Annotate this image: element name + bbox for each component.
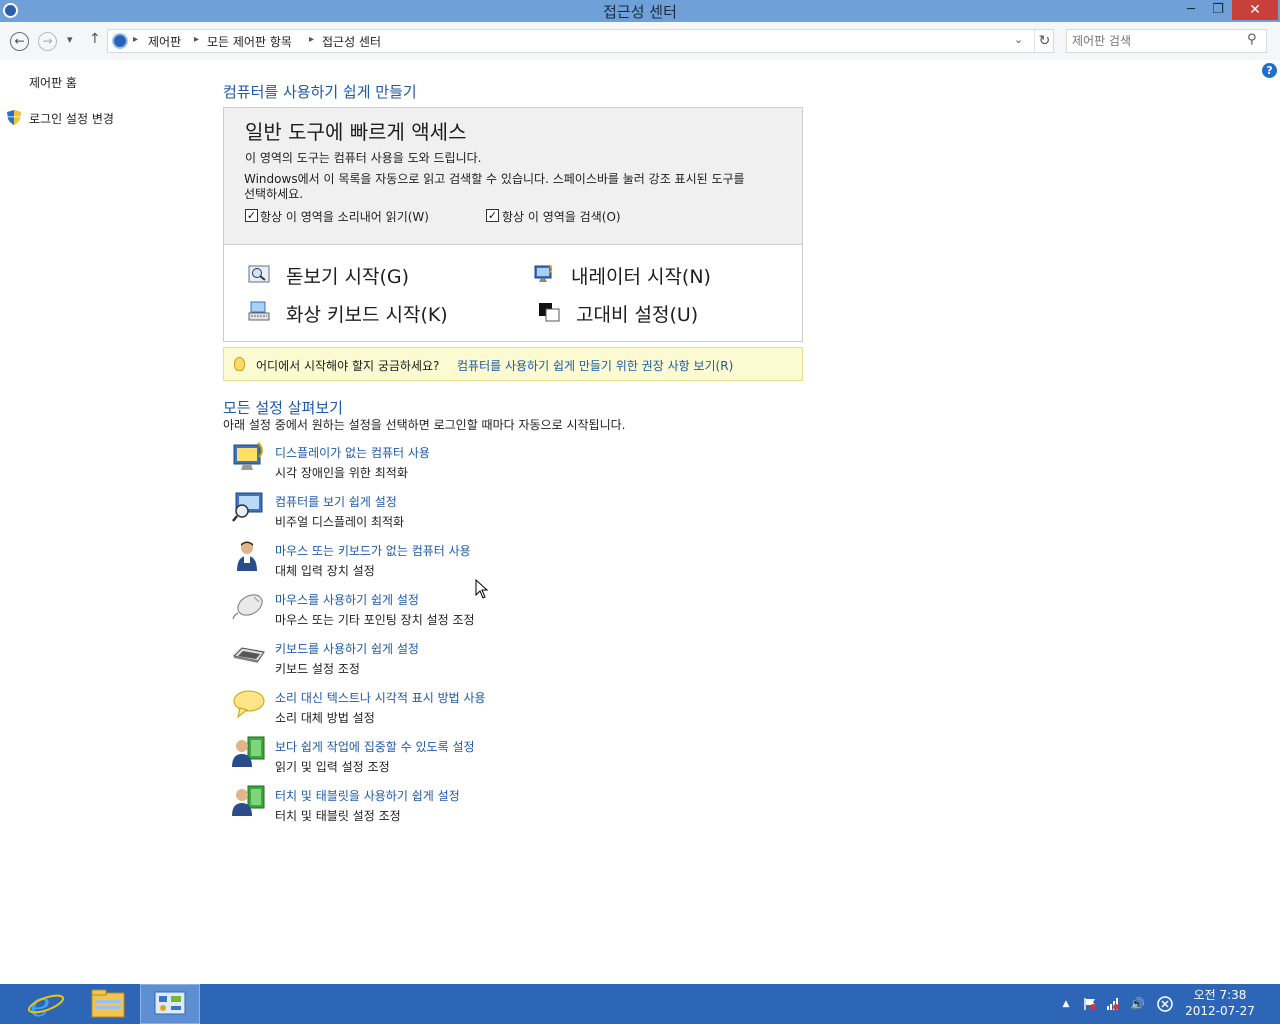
internet-explorer-icon[interactable]: e [16, 984, 76, 1024]
forward-button[interactable]: → [38, 32, 57, 51]
magnifier-link[interactable]: 돋보기 시작(G) [286, 262, 409, 289]
setting-desc-focus: 읽기 및 입력 설정 조정 [275, 760, 390, 774]
sidebar-login-settings[interactable]: 로그인 설정 변경 [29, 110, 114, 127]
speech-bubble-icon [233, 690, 265, 719]
refresh-icon[interactable]: ↻ [1034, 30, 1054, 52]
page-title: 컴퓨터를 사용하기 쉽게 만들기 [223, 83, 417, 101]
setting-link-no-mouse-keyboard[interactable]: 마우스 또는 키보드가 없는 컴퓨터 사용 [275, 542, 471, 559]
window-title: 접근성 센터 [603, 3, 677, 21]
touch-tablet-icon [232, 785, 265, 816]
setting-link-visual-alternatives[interactable]: 소리 대신 텍스트나 시각적 표시 방법 사용 [275, 689, 486, 706]
search-box[interactable]: ⚲ [1066, 29, 1267, 53]
network-icon[interactable] [1106, 997, 1120, 1011]
minimize-button[interactable]: ─ [1180, 0, 1202, 20]
clock-date: 2012-07-27 [1185, 1004, 1255, 1018]
quick-access-title: 일반 도구에 빠르게 액세스 [245, 120, 467, 144]
setting-link-easier-to-see[interactable]: 컴퓨터를 보기 쉽게 설정 [275, 493, 397, 510]
breadcrumb-separator[interactable]: ▸ [194, 34, 199, 45]
clock-time: 오전 7:38 [1193, 988, 1247, 1002]
recent-locations-icon[interactable]: ▾ [67, 33, 73, 46]
mouse-icon [232, 594, 263, 620]
address-bar[interactable]: ▸ 제어판 ▸ 모든 제어판 항목 ▸ 접근성 센터 ⌄ ↻ [107, 29, 1054, 53]
taskbar: e ▲ 🔊 오전 7:38 2012-07-27 [0, 984, 1280, 1024]
action-center-flag-icon[interactable] [1083, 997, 1097, 1011]
setting-link-no-display[interactable]: 디스플레이가 없는 컴퓨터 사용 [275, 444, 430, 461]
setting-desc-keyboard: 키보드 설정 조정 [275, 662, 360, 676]
setting-desc-no-display: 시각 장애인을 위한 최적화 [275, 466, 408, 480]
breadcrumb-all-items[interactable]: 모든 제어판 항목 [207, 33, 292, 50]
mouse-cursor-icon [475, 579, 489, 599]
high-contrast-icon [539, 303, 560, 322]
tip-question: 어디에서 시작해야 할지 궁금하세요? [256, 359, 440, 373]
setting-link-mouse[interactable]: 마우스를 사용하기 쉽게 설정 [275, 591, 419, 608]
scan-label[interactable]: 항상 이 영역을 검색(O) [502, 208, 621, 225]
setting-desc-no-mouse-keyboard: 대체 입력 장치 설정 [275, 564, 375, 578]
system-clock[interactable]: 오전 7:38 2012-07-27 [1180, 987, 1260, 1019]
setting-link-touch-tablet[interactable]: 터치 및 태블릿을 사용하기 쉽게 설정 [275, 787, 460, 804]
no-mouse-keyboard-icon [237, 541, 257, 571]
navigation-bar: ← → ▾ ↑ ▸ 제어판 ▸ 모든 제어판 항목 ▸ 접근성 센터 ⌄ ↻ ⚲ [0, 22, 1280, 60]
no-display-icon [233, 442, 263, 470]
setting-link-focus[interactable]: 보다 쉽게 작업에 집중할 수 있도록 설정 [275, 738, 475, 755]
recommendations-link[interactable]: 컴퓨터를 사용하기 쉽게 만들기 위한 권장 사항 보기(R) [457, 357, 733, 374]
scan-checkbox[interactable]: ✓ [486, 209, 499, 222]
help-icon[interactable]: ? [1262, 63, 1277, 78]
on-screen-keyboard-link[interactable]: 화상 키보드 시작(K) [286, 300, 448, 327]
close-circle-icon[interactable] [1157, 996, 1173, 1012]
quick-access-header: 일반 도구에 빠르게 액세스 이 영역의 도구는 컴퓨터 사용을 도와 드립니다… [224, 108, 802, 245]
setting-desc-easier-to-see: 비주얼 디스플레이 최적화 [275, 515, 405, 529]
address-dropdown-icon[interactable]: ⌄ [1014, 33, 1023, 46]
shield-icon [7, 110, 21, 125]
control-panel-icon [112, 33, 128, 49]
setting-desc-touch-tablet: 터치 및 태블릿 설정 조정 [275, 809, 401, 823]
quick-access-instructions-cont: 선택하세요. [244, 187, 304, 201]
setting-link-keyboard[interactable]: 키보드를 사용하기 쉽게 설정 [275, 640, 419, 657]
read-aloud-checkbox[interactable]: ✓ [245, 209, 258, 222]
up-arrow-icon[interactable]: ↑ [89, 31, 101, 47]
show-hidden-icons-icon[interactable]: ▲ [1059, 997, 1073, 1011]
breadcrumb-ease-of-access[interactable]: 접근성 센터 [322, 33, 381, 50]
back-button[interactable]: ← [10, 32, 29, 51]
quick-access-description: 이 영역의 도구는 컴퓨터 사용을 도와 드립니다. [245, 151, 482, 165]
volume-icon[interactable]: 🔊 [1130, 997, 1145, 1011]
on-screen-keyboard-icon [248, 301, 270, 321]
control-panel-taskbar-button[interactable] [140, 984, 200, 1024]
search-icon[interactable]: ⚲ [1247, 32, 1257, 47]
magnifier-icon [248, 265, 270, 283]
maximize-button[interactable]: ❐ [1206, 0, 1230, 20]
easier-to-see-icon [232, 492, 263, 522]
control-panel-icon [154, 991, 186, 1015]
search-input[interactable] [1072, 32, 1242, 50]
read-aloud-label[interactable]: 항상 이 영역을 소리내어 읽기(W) [260, 208, 429, 225]
light-bulb-icon [234, 357, 245, 371]
focus-tasks-icon [232, 736, 265, 767]
title-bar: 접근성 센터 ─ ❐ ✕ [0, 0, 1280, 22]
setting-desc-mouse: 마우스 또는 기타 포인팅 장치 설정 조정 [275, 613, 475, 627]
sidebar-control-panel-home[interactable]: 제어판 홈 [29, 74, 77, 91]
narrator-link[interactable]: 내레이터 시작(N) [571, 262, 711, 289]
high-contrast-link[interactable]: 고대비 설정(U) [576, 300, 698, 327]
all-settings-heading: 모든 설정 살펴보기 [223, 399, 343, 417]
close-button[interactable]: ✕ [1232, 0, 1278, 20]
quick-access-panel: 일반 도구에 빠르게 액세스 이 영역의 도구는 컴퓨터 사용을 도와 드립니다… [223, 107, 803, 342]
breadcrumb-control-panel[interactable]: 제어판 [148, 33, 181, 50]
breadcrumb-separator[interactable]: ▸ [133, 34, 138, 45]
setting-desc-visual-alternatives: 소리 대체 방법 설정 [275, 711, 375, 725]
all-settings-description: 아래 설정 중에서 원하는 설정을 선택하면 로그인할 때마다 자동으로 시작됩… [223, 418, 626, 432]
breadcrumb-separator[interactable]: ▸ [309, 34, 314, 45]
quick-access-instructions: Windows에서 이 목록을 자동으로 읽고 검색할 수 있습니다. 스페이스… [244, 172, 745, 186]
narrator-icon [534, 264, 553, 282]
keyboard-icon [232, 647, 265, 663]
recommendation-tip: 어디에서 시작해야 할지 궁금하세요? 컴퓨터를 사용하기 쉽게 만들기 위한 … [223, 347, 803, 381]
file-explorer-icon[interactable] [78, 984, 138, 1024]
